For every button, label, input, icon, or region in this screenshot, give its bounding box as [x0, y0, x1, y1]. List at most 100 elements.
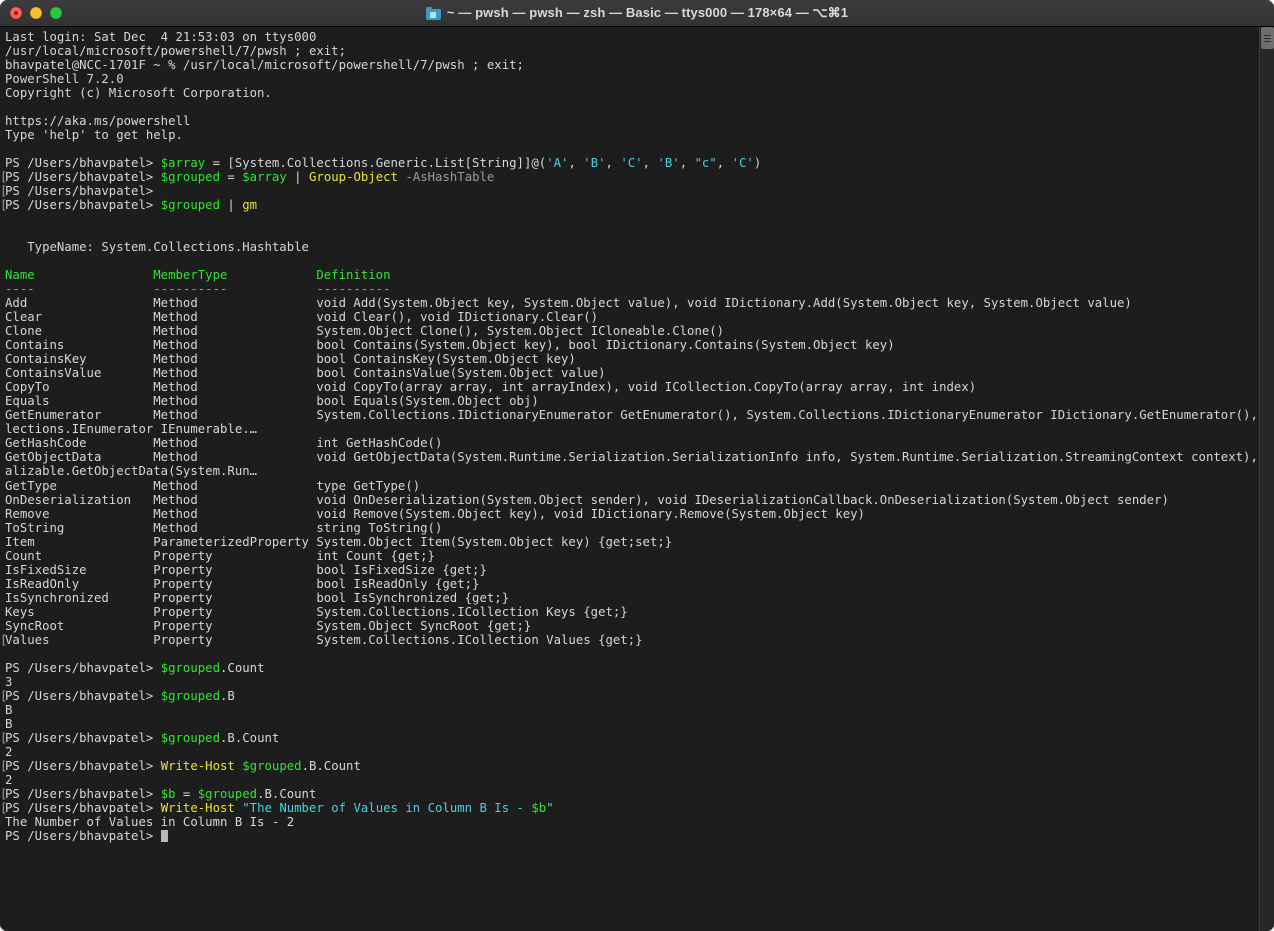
- terminal-text: PS /Users/bhavpatel>: [5, 688, 161, 703]
- terminal-text: ,: [716, 156, 732, 171]
- terminal-line: 2: [5, 745, 1259, 759]
- terminal-text: PS /Users/bhavpatel>: [5, 170, 161, 185]
- terminal-text: Last login: Sat Dec 4 21:53:03 on ttys00…: [5, 30, 317, 44]
- terminal-text: ContainsValue Method bool ContainsValue(…: [5, 366, 606, 381]
- terminal-line: ContainsKey Method bool ContainsKey(Syst…: [5, 352, 1259, 366]
- terminal-text: PS /Users/bhavpatel>: [5, 184, 161, 199]
- terminal-line: []PS /Users/bhavpatel> $grouped | gm: [0, 198, 1259, 213]
- terminal-text: PS /Users/bhavpatel>: [5, 156, 161, 171]
- terminal-text: PowerShell 7.2.0: [5, 72, 124, 87]
- terminal-line: GetType Method type GetType(): [5, 479, 1259, 493]
- terminal-text: ToString Method string ToString(): [5, 520, 443, 535]
- terminal-text: $grouped: [160, 198, 220, 213]
- prompt-mark-left: [: [0, 758, 8, 773]
- terminal-line: ToString Method string ToString(): [5, 521, 1259, 535]
- terminal-text: 2: [5, 744, 13, 759]
- terminal-text: PS /Users/bhavpatel>: [5, 758, 161, 773]
- terminal-text: $grouped: [242, 758, 302, 773]
- folder-icon: [425, 6, 441, 20]
- terminal-scrollbar[interactable]: [1259, 27, 1274, 931]
- terminal-text: |: [227, 198, 235, 213]
- terminal-text: PS /Users/bhavpatel>: [5, 730, 161, 745]
- terminal-text: ": [546, 800, 554, 815]
- terminal-text: Keys Property System.Collections.ICollec…: [5, 604, 628, 619]
- terminal-text: Add Method void Add(System.Object key, S…: [5, 296, 1132, 311]
- terminal-text: The Number of Values in Column B Is - 2: [5, 814, 295, 829]
- terminal-text: $array: [160, 156, 206, 171]
- terminal-line: ContainsValue Method bool ContainsValue(…: [5, 366, 1259, 380]
- terminal-line: GetHashCode Method int GetHashCode(): [5, 436, 1259, 450]
- terminal-text: 3: [5, 674, 13, 689]
- terminal-text: ): [753, 156, 762, 171]
- terminal-text: Type 'help' to get help.: [5, 128, 183, 143]
- prompt-mark-left: [: [0, 800, 8, 815]
- terminal-line: []PS /Users/bhavpatel>: [0, 184, 1259, 199]
- prompt-mark-left: [: [0, 170, 8, 185]
- terminal-line: []PS /Users/bhavpatel> Write-Host "The N…: [0, 800, 1259, 815]
- minimize-button[interactable]: [30, 7, 42, 19]
- terminal-window[interactable]: ~ — pwsh — pwsh — zsh — Basic — ttys000 …: [0, 0, 1274, 931]
- terminal-text: IsSynchronized Property bool IsSynchroni…: [5, 590, 510, 605]
- terminal-text: .B: [220, 688, 235, 703]
- terminal-line: Count Property int Count {get;}: [5, 549, 1259, 563]
- window-titlebar[interactable]: ~ — pwsh — pwsh — zsh — Basic — ttys000 …: [0, 0, 1274, 27]
- terminal-text: .B.Count: [220, 730, 280, 745]
- prompt-mark-left: [: [0, 730, 8, 745]
- terminal-line: The Number of Values in Column B Is - 2: [5, 815, 1259, 829]
- terminal-text: [System.Collections.Generic.List[String]…: [227, 156, 547, 171]
- terminal-line: lections.IEnumerator IEnumerable.…: [5, 422, 1259, 436]
- terminal-body: Last login: Sat Dec 4 21:53:03 on ttys00…: [0, 27, 1274, 931]
- terminal-text: $grouped: [160, 170, 220, 185]
- zoom-button[interactable]: [50, 7, 62, 19]
- terminal-text: bhavpatel@NCC-1701F ~ % /usr/local/micro…: [5, 58, 524, 73]
- prompt-mark-left: [: [0, 184, 8, 199]
- terminal-line: Copyright (c) Microsoft Corporation.: [5, 86, 1259, 100]
- terminal-text: ,: [605, 156, 621, 171]
- scrollbar-thumb[interactable]: [1261, 27, 1274, 49]
- terminal-text: $b: [531, 800, 547, 815]
- terminal-text: .B.Count: [301, 758, 361, 773]
- terminal-line: CopyTo Method void CopyTo(array array, i…: [5, 380, 1259, 394]
- terminal-text: 'A': [546, 156, 569, 171]
- terminal-text: .B.Count: [257, 786, 317, 801]
- terminal-text: Write-Host: [160, 800, 235, 815]
- terminal-text: /usr/local/microsoft/powershell/7/pwsh ;…: [5, 44, 347, 59]
- terminal-text: GetObjectData Method void GetObjectData(…: [5, 450, 1259, 465]
- terminal-text: PS /Users/bhavpatel>: [5, 800, 161, 815]
- terminal-text: B: [5, 702, 13, 717]
- terminal-text: 'C': [620, 156, 643, 171]
- terminal-line: Name MemberType Definition: [5, 268, 1259, 282]
- terminal-text: ContainsKey Method bool ContainsKey(Syst…: [5, 352, 576, 367]
- terminal-text: SyncRoot Property System.Object SyncRoot…: [5, 618, 532, 633]
- prompt-mark-left: [: [0, 786, 8, 801]
- terminal-line: PowerShell 7.2.0: [5, 72, 1259, 86]
- terminal-text: 'C': [731, 156, 754, 171]
- terminal-line: []PS /Users/bhavpatel> $grouped.B: [0, 688, 1259, 703]
- terminal-text: Group-Object: [309, 170, 398, 185]
- terminal-text-area[interactable]: Last login: Sat Dec 4 21:53:03 on ttys00…: [0, 27, 1259, 931]
- terminal-text: ,: [642, 156, 658, 171]
- terminal-line: 2: [5, 773, 1259, 787]
- terminal-text: Clone Method System.Object Clone(), Syst…: [5, 324, 725, 339]
- terminal-text: $grouped: [160, 730, 220, 745]
- terminal-text: -AsHashTable: [405, 170, 495, 185]
- terminal-text: =: [175, 786, 198, 801]
- terminal-line: Keys Property System.Collections.ICollec…: [5, 605, 1259, 619]
- terminal-text: Values Property System.Collections.IColl…: [5, 632, 643, 647]
- terminal-text: ---- ---------- ----------: [5, 282, 391, 297]
- terminal-text: ,: [568, 156, 584, 171]
- terminal-text: Remove Method void Remove(System.Object …: [5, 506, 865, 521]
- terminal-line: PS /Users/bhavpatel> $grouped.Count: [5, 661, 1259, 675]
- terminal-line: SyncRoot Property System.Object SyncRoot…: [5, 619, 1259, 633]
- terminal-text: TypeName: System.Collections.Hashtable: [5, 240, 309, 255]
- terminal-text: GetHashCode Method int GetHashCode(): [5, 436, 443, 451]
- terminal-text: Name MemberType Definition: [5, 268, 391, 283]
- close-button[interactable]: [10, 7, 22, 19]
- terminal-line: []Values Property System.Collections.ICo…: [0, 632, 1259, 647]
- terminal-text: GetType Method type GetType(): [5, 478, 421, 493]
- terminal-line: ---- ---------- ----------: [5, 282, 1259, 296]
- terminal-text: 'B': [583, 156, 606, 171]
- prompt-mark-left: [: [0, 198, 8, 213]
